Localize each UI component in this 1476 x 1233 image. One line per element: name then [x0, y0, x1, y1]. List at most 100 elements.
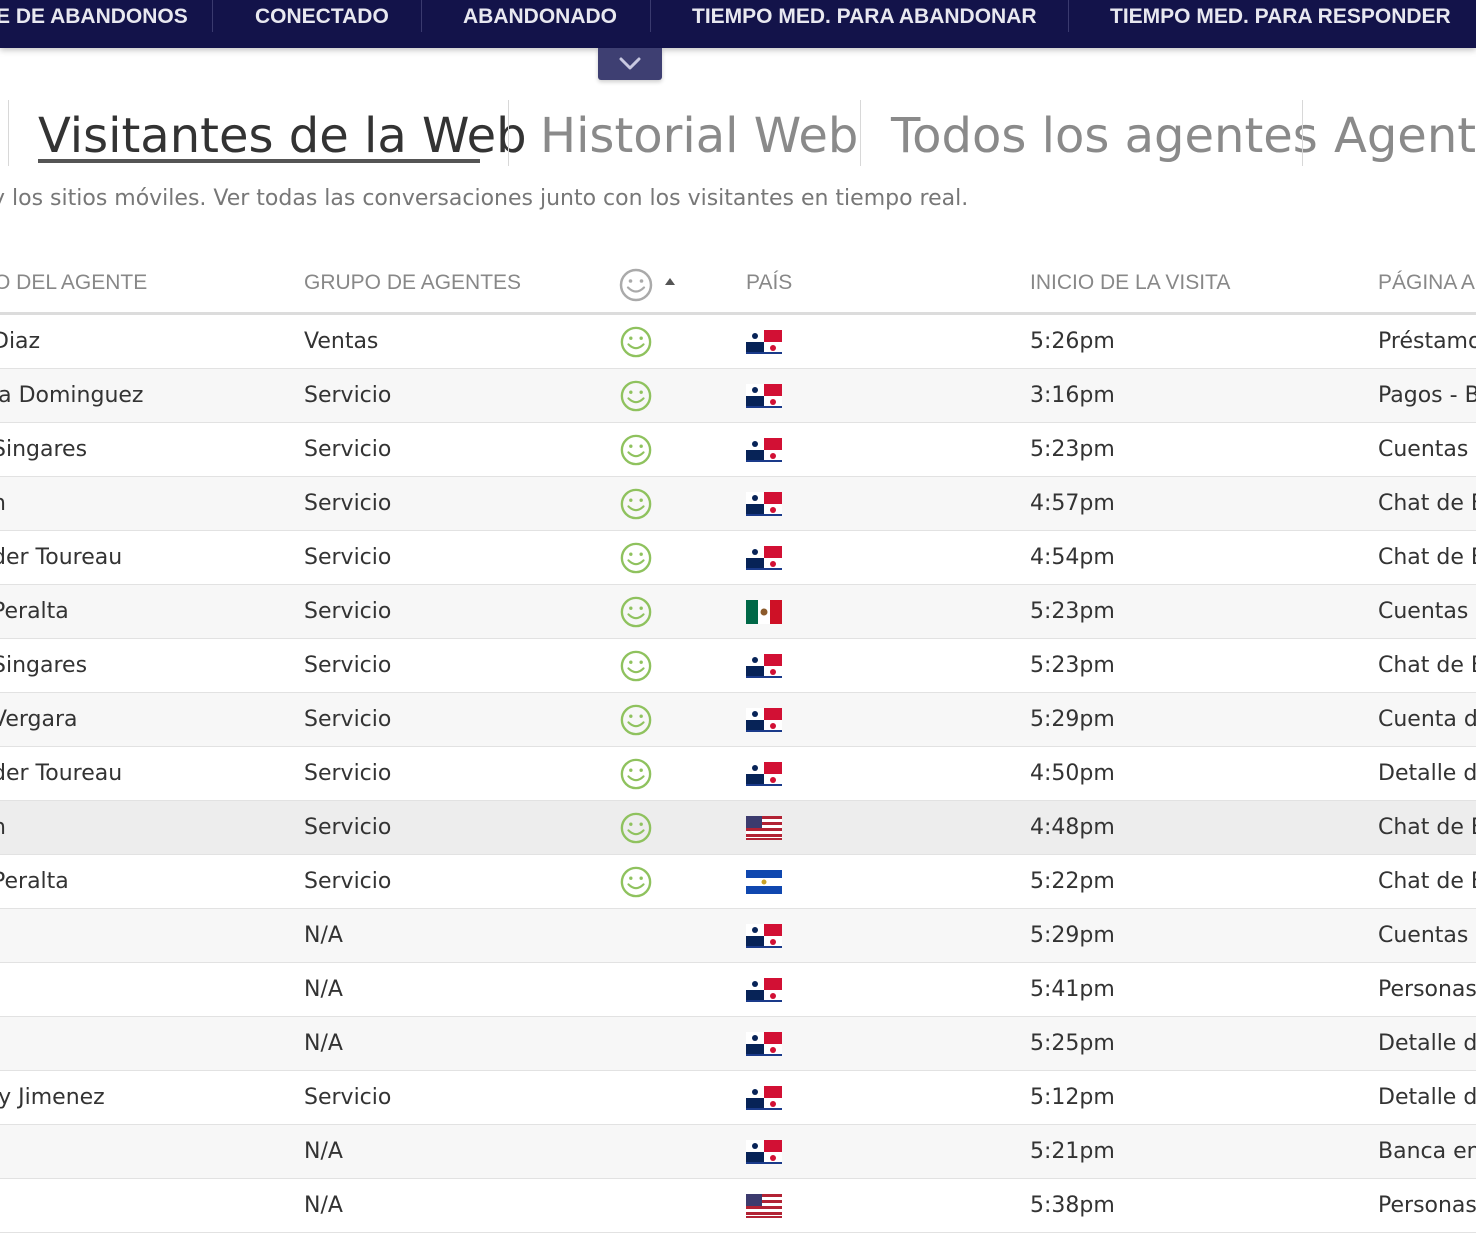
current-page: Cuentas - — [1378, 599, 1476, 624]
tab-divider — [8, 100, 9, 166]
table-row[interactable]: Peralta Servicio 5:22pm Chat de B — [0, 855, 1476, 909]
table-row[interactable]: Peralta Servicio 5:23pm Cuentas - — [0, 585, 1476, 639]
agent-group: N/A — [304, 977, 343, 1002]
table-row[interactable]: der Toureau Servicio 4:54pm Chat de B — [0, 531, 1476, 585]
agent-group: Servicio — [304, 599, 392, 624]
satisfied-smiley-icon — [620, 812, 652, 844]
table-row[interactable]: der Toureau Servicio 4:50pm Detalle d — [0, 747, 1476, 801]
current-page: Chat de B — [1378, 815, 1476, 840]
tab-agente[interactable]: Agente — [1334, 104, 1476, 168]
agent-group: Servicio — [304, 545, 392, 570]
stats-bar: E DE ABANDONOS CONECTADO ABANDONADO TIEM… — [0, 0, 1476, 48]
current-page: Detalle d — [1378, 761, 1476, 786]
tab-divider — [1302, 100, 1303, 166]
mexico-flag-icon — [746, 600, 782, 624]
usa-flag-icon — [746, 816, 782, 840]
panama-flag-icon — [746, 1086, 782, 1110]
visit-start-time: 5:23pm — [1030, 599, 1115, 624]
table-row[interactable]: N/A 5:21pm Banca en — [0, 1125, 1476, 1179]
panama-flag-icon — [746, 762, 782, 786]
table-row[interactable]: N/A 5:38pm Personas — [0, 1179, 1476, 1233]
table-row[interactable]: Singares Servicio 5:23pm Cuentas - — [0, 423, 1476, 477]
agent-name: Vergara — [0, 707, 78, 732]
stat-abandoned[interactable]: ABANDONADO — [463, 0, 617, 32]
visit-start-time: 5:23pm — [1030, 653, 1115, 678]
table-row[interactable]: N/A 5:25pm Detalle d — [0, 1017, 1476, 1071]
stat-avg-time-respond[interactable]: TIEMPO MED. PARA RESPONDER — [1110, 0, 1451, 32]
agent-group: Servicio — [304, 869, 392, 894]
table-row[interactable]: N/A 5:41pm Personas — [0, 963, 1476, 1017]
visit-start-time: 5:38pm — [1030, 1193, 1115, 1218]
column-header-page[interactable]: PÁGINA A — [1378, 266, 1475, 300]
agent-group: Servicio — [304, 491, 392, 516]
current-page: Chat de B — [1378, 545, 1476, 570]
current-page: Chat de B — [1378, 653, 1476, 678]
agent-group: N/A — [304, 1031, 343, 1056]
visit-start-time: 5:26pm — [1030, 329, 1115, 354]
table-row[interactable]: Diaz Ventas 5:26pm Préstamo — [0, 315, 1476, 369]
panama-flag-icon — [746, 978, 782, 1002]
visit-start-time: 5:41pm — [1030, 977, 1115, 1002]
visit-start-time: 5:25pm — [1030, 1031, 1115, 1056]
stat-abandon-rate[interactable]: E DE ABANDONOS — [0, 0, 188, 32]
current-page: Cuenta de — [1378, 707, 1476, 732]
divider — [1068, 0, 1069, 32]
column-header-group[interactable]: GRUPO DE AGENTES — [304, 266, 521, 300]
table-row[interactable]: h Servicio 4:57pm Chat de B — [0, 477, 1476, 531]
active-tab-underline — [38, 159, 480, 163]
collapse-stats-button[interactable] — [598, 48, 662, 80]
agent-name: Singares — [0, 653, 88, 678]
current-page: Banca en — [1378, 1139, 1476, 1164]
current-page: Personas — [1378, 1193, 1476, 1218]
satisfied-smiley-icon — [620, 380, 652, 412]
page-description: y los sitios móviles. Ver todas las conv… — [0, 186, 969, 211]
tab-historial-web[interactable]: Historial Web — [540, 104, 858, 168]
column-header-satisfaction[interactable] — [619, 268, 689, 302]
column-header-agent[interactable]: O DEL AGENTE — [0, 266, 147, 300]
smiley-icon — [619, 268, 653, 302]
agent-name: la Dominguez — [0, 383, 144, 408]
column-header-visit-start[interactable]: INICIO DE LA VISITA — [1030, 266, 1230, 300]
panama-flag-icon — [746, 492, 782, 516]
tab-divider — [508, 100, 509, 166]
current-page: Pagos - B — [1378, 383, 1476, 408]
current-page: Detalle d — [1378, 1031, 1476, 1056]
agent-name: h — [0, 801, 6, 854]
stat-connected[interactable]: CONECTADO — [255, 0, 389, 32]
agent-group: Servicio — [304, 815, 392, 840]
visit-start-time: 4:57pm — [1030, 491, 1115, 516]
sort-up-icon[interactable] — [664, 277, 676, 287]
table-row[interactable]: ly Jimenez Servicio 5:12pm Detalle d — [0, 1071, 1476, 1125]
agent-name: ly Jimenez — [0, 1085, 105, 1110]
tab-todos-agentes[interactable]: Todos los agentes — [891, 104, 1318, 168]
agent-name: h — [0, 477, 6, 530]
satisfied-smiley-icon — [620, 704, 652, 736]
panama-flag-icon — [746, 924, 782, 948]
agent-group: N/A — [304, 1193, 343, 1218]
current-page: Préstamo — [1378, 329, 1476, 354]
panama-flag-icon — [746, 384, 782, 408]
column-header-country[interactable]: PAÍS — [746, 266, 792, 300]
satisfied-smiley-icon — [620, 488, 652, 520]
panama-flag-icon — [746, 1032, 782, 1056]
table-row[interactable]: la Dominguez Servicio 3:16pm Pagos - B — [0, 369, 1476, 423]
satisfied-smiley-icon — [620, 542, 652, 574]
panama-flag-icon — [746, 330, 782, 354]
satisfied-smiley-icon — [620, 326, 652, 358]
visit-start-time: 5:23pm — [1030, 437, 1115, 462]
panama-flag-icon — [746, 546, 782, 570]
panama-flag-icon — [746, 654, 782, 678]
table-row[interactable]: N/A 5:29pm Cuentas - — [0, 909, 1476, 963]
el-salvador-flag-icon — [746, 870, 782, 894]
satisfied-smiley-icon — [620, 434, 652, 466]
visit-start-time: 4:48pm — [1030, 815, 1115, 840]
agent-group: Servicio — [304, 383, 392, 408]
table-row[interactable]: Vergara Servicio 5:29pm Cuenta de — [0, 693, 1476, 747]
agent-group: Servicio — [304, 707, 392, 732]
stat-avg-time-abandon[interactable]: TIEMPO MED. PARA ABANDONAR — [692, 0, 1037, 32]
visit-start-time: 4:50pm — [1030, 761, 1115, 786]
satisfied-smiley-icon — [620, 866, 652, 898]
table-row[interactable]: Singares Servicio 5:23pm Chat de B — [0, 639, 1476, 693]
table-row[interactable]: h Servicio 4:48pm Chat de B — [0, 801, 1476, 855]
visit-start-time: 3:16pm — [1030, 383, 1115, 408]
